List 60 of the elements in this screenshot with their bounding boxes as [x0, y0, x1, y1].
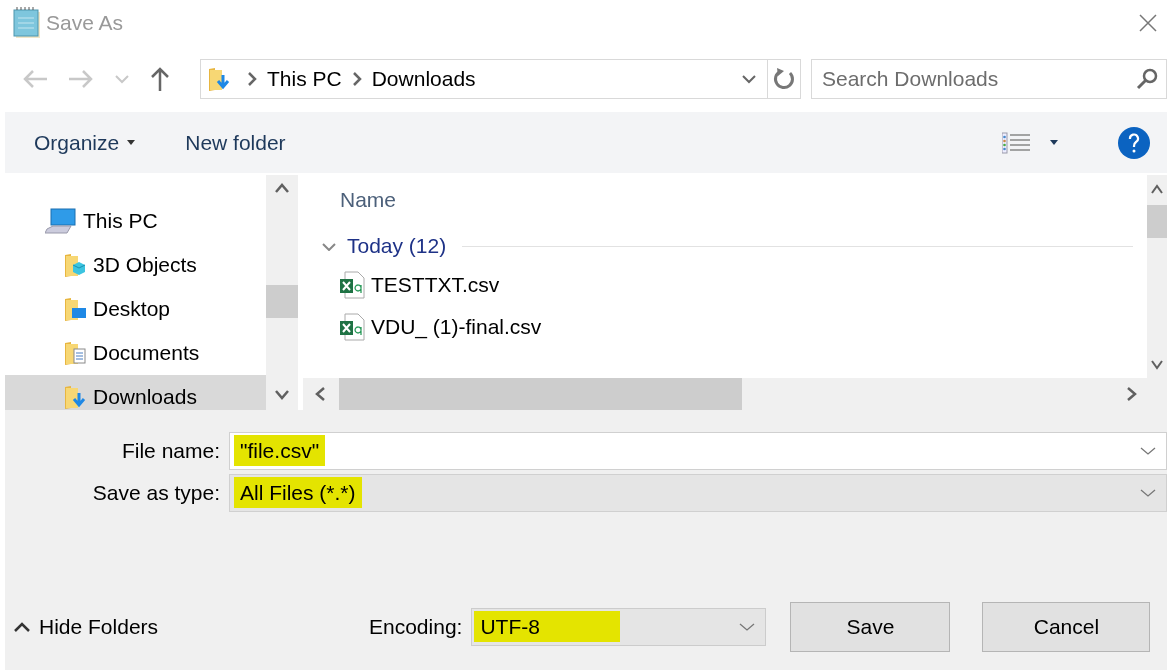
search-icon — [1136, 67, 1158, 90]
scroll-up-icon[interactable] — [274, 183, 290, 193]
scrollbar-thumb[interactable] — [339, 378, 742, 410]
search-field[interactable]: Search Downloads — [811, 58, 1167, 99]
collapse-chevron-icon[interactable] — [321, 241, 337, 251]
up-arrow-icon[interactable] — [150, 65, 170, 92]
hide-folders-button[interactable]: Hide Folders — [13, 615, 173, 639]
organize-menu[interactable]: Organize — [34, 126, 136, 159]
sidebar-item[interactable]: Desktop — [5, 287, 266, 331]
file-type-dropdown[interactable]: All Files (*.*) — [229, 474, 1167, 512]
scrollbar[interactable] — [1147, 175, 1167, 378]
breadcrumb-item[interactable]: This PC — [267, 66, 342, 91]
window-title: Save As — [46, 10, 124, 35]
chevron-icon — [351, 71, 362, 86]
dropdown-icon[interactable] — [741, 72, 759, 85]
field-label: File name: — [120, 439, 221, 463]
scrollbar[interactable] — [266, 175, 298, 410]
chevron-icon — [247, 71, 257, 86]
cancel-button[interactable]: Cancel — [982, 602, 1151, 652]
new-folder-button[interactable]: New folder — [185, 126, 286, 159]
scroll-right-icon[interactable] — [1127, 386, 1137, 402]
scroll-up-icon[interactable] — [1150, 184, 1164, 194]
field-label: Save as type: — [91, 481, 221, 505]
documents-folder-icon — [63, 339, 89, 367]
scroll-left-icon[interactable] — [315, 386, 325, 402]
notepad-icon — [12, 5, 42, 40]
spreadsheet-file-icon — [339, 313, 365, 341]
dropdown-icon[interactable] — [739, 622, 756, 632]
refresh-button[interactable] — [768, 58, 801, 99]
encoding-dropdown[interactable]: UTF-8 — [471, 608, 767, 646]
scrollbar[interactable] — [303, 378, 1167, 410]
file-name[interactable]: TESTTXT.csv — [371, 273, 500, 297]
caret-icon[interactable] — [1050, 140, 1058, 145]
scrollbar-thumb[interactable] — [266, 285, 298, 318]
breadcrumb-item[interactable]: Downloads — [371, 66, 476, 91]
sidebar-item[interactable]: Documents — [5, 331, 266, 375]
refresh-icon — [772, 66, 796, 91]
computer-icon — [45, 207, 77, 235]
dropdown-icon[interactable] — [1140, 488, 1156, 498]
scroll-down-icon[interactable] — [1150, 360, 1164, 370]
sidebar-item[interactable]: 3D Objects — [5, 243, 266, 287]
sidebar-item[interactable]: This PC — [5, 199, 266, 243]
chevron-up-icon — [13, 621, 31, 633]
question-mark-icon — [1128, 132, 1140, 153]
help-button[interactable] — [1118, 126, 1150, 159]
desktop-folder-icon — [63, 295, 89, 323]
column-header[interactable]: Name — [321, 175, 1147, 220]
scrollbar-thumb[interactable] — [1147, 205, 1167, 238]
sidebar-item[interactable]: Downloads — [5, 375, 266, 410]
scroll-down-icon[interactable] — [274, 390, 290, 400]
spreadsheet-file-icon — [339, 271, 365, 299]
save-button[interactable]: Save — [790, 602, 951, 652]
details-view-icon[interactable] — [1002, 131, 1030, 154]
dropdown-icon[interactable] — [1140, 446, 1156, 456]
file-name[interactable]: VDU_ (1)-final.csv — [371, 315, 542, 339]
close-icon[interactable] — [1139, 13, 1157, 32]
caret-icon — [127, 140, 136, 145]
group-header[interactable]: Today (12) — [347, 234, 447, 258]
file-name-field[interactable]: "file.csv" — [229, 432, 1167, 470]
encoding-label: Encoding: — [369, 615, 463, 639]
